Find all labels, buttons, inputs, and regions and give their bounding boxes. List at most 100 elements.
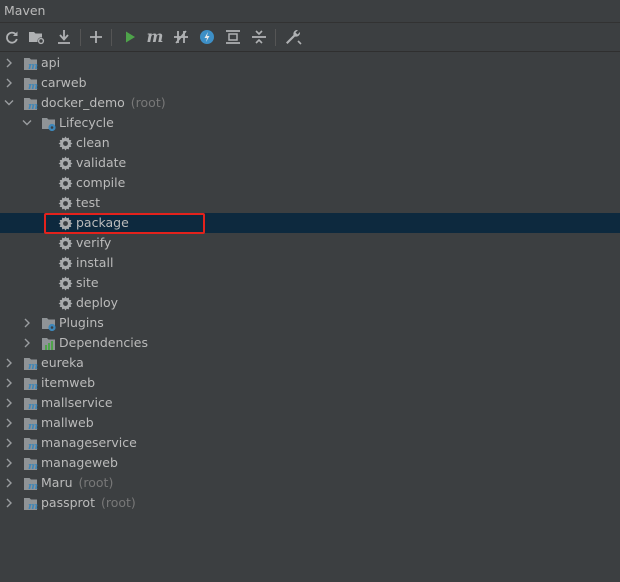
run-icon[interactable]: [120, 27, 140, 47]
tree-item-text: api: [41, 55, 61, 70]
maven-module-icon: m: [23, 356, 38, 372]
chevron-right-icon[interactable]: [4, 57, 14, 69]
tree-item-text: Dependencies: [59, 335, 148, 350]
chevron-right-icon[interactable]: [4, 377, 14, 389]
tree-item-itemweb[interactable]: m itemweb: [0, 373, 620, 393]
tree-item-clean[interactable]: clean: [0, 133, 620, 153]
svg-text:m: m: [28, 81, 38, 91]
tree-item-manageweb[interactable]: m manageweb: [0, 453, 620, 473]
gear-icon: [58, 296, 73, 311]
tree-item-label: validate: [76, 155, 126, 170]
execute-goal-icon[interactable]: m: [145, 27, 165, 47]
chevron-right-icon[interactable]: [22, 317, 32, 329]
tree-item-manageservice[interactable]: m manageservice: [0, 433, 620, 453]
plugins-folder-icon: [41, 316, 56, 332]
tree-item-text: compile: [76, 175, 126, 190]
tree-item-eureka[interactable]: m eureka: [0, 353, 620, 373]
maven-module-icon: m: [23, 476, 38, 492]
tree-item-text: verify: [76, 235, 112, 250]
settings-icon[interactable]: [283, 27, 303, 47]
tree-item-text: mallweb: [41, 415, 94, 430]
skip-tests-icon[interactable]: [197, 27, 217, 47]
tree-item-mallservice[interactable]: m mallservice: [0, 393, 620, 413]
add-icon[interactable]: [86, 27, 106, 47]
tree-item-api[interactable]: m api: [0, 53, 620, 73]
maven-module-icon: m: [23, 396, 38, 412]
dependencies-folder-icon: [41, 336, 56, 351]
tree-item-passprot[interactable]: m passprot (root): [0, 493, 620, 513]
chevron-right-icon[interactable]: [22, 337, 32, 349]
chevron-right-icon[interactable]: [4, 77, 14, 89]
tree-item-label: manageservice: [41, 435, 137, 450]
tree-item-test[interactable]: test: [0, 193, 620, 213]
chevron-down-icon[interactable]: [22, 117, 32, 129]
tree-item-text: test: [76, 195, 101, 210]
maven-module-icon: m: [23, 456, 38, 472]
gear-icon: [58, 276, 73, 291]
chevron-down-icon[interactable]: [4, 97, 14, 109]
generate-sources-icon[interactable]: [27, 27, 47, 47]
toolbar-separator: [111, 29, 112, 46]
chevron-right-icon[interactable]: [4, 357, 14, 369]
chevron-right-icon[interactable]: [4, 437, 14, 449]
tree-item-label: clean: [76, 135, 110, 150]
svg-text:m: m: [28, 501, 38, 511]
tree-item-lifecycle[interactable]: Lifecycle: [0, 113, 620, 133]
tree-item-compile[interactable]: compile: [0, 173, 620, 193]
tree-item-label: test: [76, 195, 100, 210]
chevron-right-icon[interactable]: [4, 417, 14, 429]
tree-item-carweb[interactable]: m carweb: [0, 73, 620, 93]
root-suffix: (root): [100, 495, 136, 510]
svg-text:m: m: [28, 361, 38, 371]
tree-item-deploy[interactable]: deploy: [0, 293, 620, 313]
chevron-right-icon[interactable]: [4, 457, 14, 469]
tree-item-text: mallservice: [41, 395, 113, 410]
tree-item-label: docker_demo (root): [41, 95, 166, 110]
gear-icon: [58, 236, 73, 251]
svg-text:m: m: [28, 481, 38, 491]
tree-item-text: Lifecycle: [59, 115, 114, 130]
annotation-highlight-box: [44, 213, 205, 234]
tree-item-install[interactable]: install: [0, 253, 620, 273]
root-suffix: (root): [78, 475, 114, 490]
svg-text:m: m: [28, 101, 38, 111]
lifecycle-folder-icon: [41, 116, 56, 132]
reload-icon[interactable]: [2, 27, 22, 47]
gear-icon: [58, 156, 73, 171]
tree-item-label: compile: [76, 175, 125, 190]
maven-module-icon: m: [23, 416, 38, 432]
tree-item-label: mallservice: [41, 395, 113, 410]
tree-item-text: eureka: [41, 355, 84, 370]
tree-item-maru[interactable]: m Maru (root): [0, 473, 620, 493]
tree-item-plugins[interactable]: Plugins: [0, 313, 620, 333]
tree-item-site[interactable]: site: [0, 273, 620, 293]
chevron-right-icon[interactable]: [4, 397, 14, 409]
tool-window-title: Maven: [4, 3, 46, 18]
tree-item-text: Maru: [41, 475, 73, 490]
tree-item-verify[interactable]: verify: [0, 233, 620, 253]
svg-text:m: m: [28, 401, 38, 411]
toolbar-separator: [275, 29, 276, 46]
tree-item-validate[interactable]: validate: [0, 153, 620, 173]
tree-item-label: verify: [76, 235, 111, 250]
tree-item-text: validate: [76, 155, 127, 170]
tree-item-text: manageservice: [41, 435, 137, 450]
toolbar-separator: [80, 29, 81, 46]
toggle-offline-icon[interactable]: [171, 27, 191, 47]
chevron-right-icon[interactable]: [4, 477, 14, 489]
collapse-all-icon[interactable]: [249, 27, 269, 47]
tree-item-mallweb[interactable]: m mallweb: [0, 413, 620, 433]
tree-item-label: deploy: [76, 295, 118, 310]
tree-item-text: install: [76, 255, 114, 270]
chevron-right-icon[interactable]: [4, 497, 14, 509]
tree-item-docker-demo[interactable]: m docker_demo (root): [0, 93, 620, 113]
tree-item-label: itemweb: [41, 375, 95, 390]
show-dependencies-icon[interactable]: [223, 27, 243, 47]
tree-item-text: carweb: [41, 75, 87, 90]
download-icon[interactable]: [54, 27, 74, 47]
maven-module-icon: m: [23, 436, 38, 452]
tree-item-text: Plugins: [59, 315, 104, 330]
maven-module-icon: m: [23, 76, 38, 92]
tree-item-label: eureka: [41, 355, 84, 370]
tree-item-dependencies[interactable]: Dependencies: [0, 333, 620, 353]
